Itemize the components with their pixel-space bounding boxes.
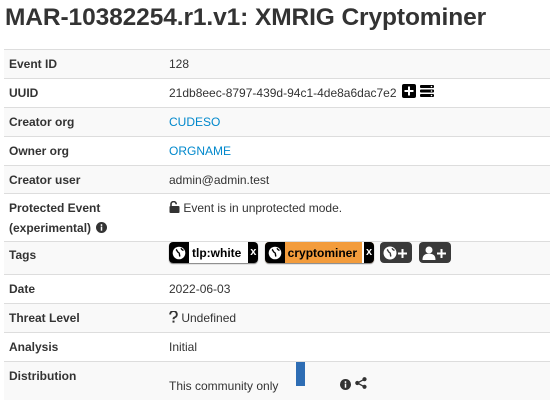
row-protected-event: Protected Event (experimental) Event is … (4, 193, 550, 241)
row-date: Date 2022-06-03 (4, 274, 550, 303)
row-tags: Tags tlp:white x cryptominer x (4, 241, 550, 274)
row-creator-user: Creator user admin@admin.test (4, 165, 550, 193)
question-icon (169, 309, 178, 329)
page-title: MAR-10382254.r1.v1: XMRIG Cryptominer (5, 4, 487, 31)
tags-label: Tags (9, 248, 37, 262)
owner-org-label: Owner org (9, 144, 70, 158)
threat-level-value: Undefined (181, 311, 237, 325)
row-distribution: Distribution This community only (4, 361, 550, 400)
protected-event-value: Event is in unprotected mode. (183, 201, 343, 215)
date-label: Date (9, 282, 36, 296)
tag-cryptominer[interactable]: cryptominer x (264, 242, 375, 264)
event-id-value: 128 (169, 57, 190, 71)
info-circle-icon[interactable] (96, 219, 108, 239)
protected-event-label: Protected Event (9, 201, 101, 215)
distribution-value: This community only (169, 379, 279, 393)
uuid-label: UUID (9, 86, 39, 100)
tag-tlp-white[interactable]: tlp:white x (169, 242, 259, 264)
event-id-label: Event ID (9, 57, 58, 71)
server-icon[interactable] (420, 84, 435, 104)
creator-user-label: Creator user (9, 173, 81, 187)
uuid-value: 21db8eec-8797-439d-94c1-4de8a6dac7e2 (169, 86, 397, 100)
tag-tlp-white-text: tlp:white (192, 245, 242, 260)
distribution-label: Distribution (9, 369, 77, 383)
row-creator-org: Creator org CUDESO (4, 107, 550, 136)
globe-icon (264, 242, 285, 264)
tag-tlp-white-remove[interactable]: x (246, 242, 259, 264)
row-owner-org: Owner org ORGNAME (4, 136, 550, 165)
row-uuid: UUID 21db8eec-8797-439d-94c1-4de8a6dac7e… (4, 78, 550, 107)
add-globe-tag-button[interactable] (380, 242, 413, 264)
plus-square-icon[interactable] (401, 83, 416, 104)
creator-org-link[interactable]: CUDESO (169, 115, 220, 129)
share-icon[interactable] (355, 375, 367, 395)
row-event-id: Event ID 128 (4, 49, 550, 78)
globe-icon (169, 242, 189, 264)
analysis-value: Initial (169, 340, 198, 354)
add-user-tag-button[interactable] (418, 242, 451, 264)
owner-org-link[interactable]: ORGNAME (169, 144, 231, 158)
event-metadata-table: Event ID 128 UUID 21db8eec-8797-439d-94c… (4, 49, 550, 400)
creator-org-label: Creator org (9, 115, 75, 129)
distribution-graph-bar (296, 362, 305, 386)
row-analysis: Analysis Initial (4, 332, 550, 361)
date-value: 2022-06-03 (169, 282, 231, 296)
analysis-label: Analysis (9, 340, 59, 354)
experimental-label: (experimental) (9, 221, 92, 235)
info-circle-icon[interactable] (340, 376, 351, 396)
tag-cryptominer-remove[interactable]: x (362, 242, 375, 264)
creator-user-value: admin@admin.test (169, 173, 270, 187)
unlock-icon (169, 199, 180, 219)
row-threat-level: Threat Level Undefined (4, 303, 550, 332)
tag-cryptominer-text: cryptominer (287, 245, 358, 260)
threat-level-label: Threat Level (9, 311, 80, 325)
